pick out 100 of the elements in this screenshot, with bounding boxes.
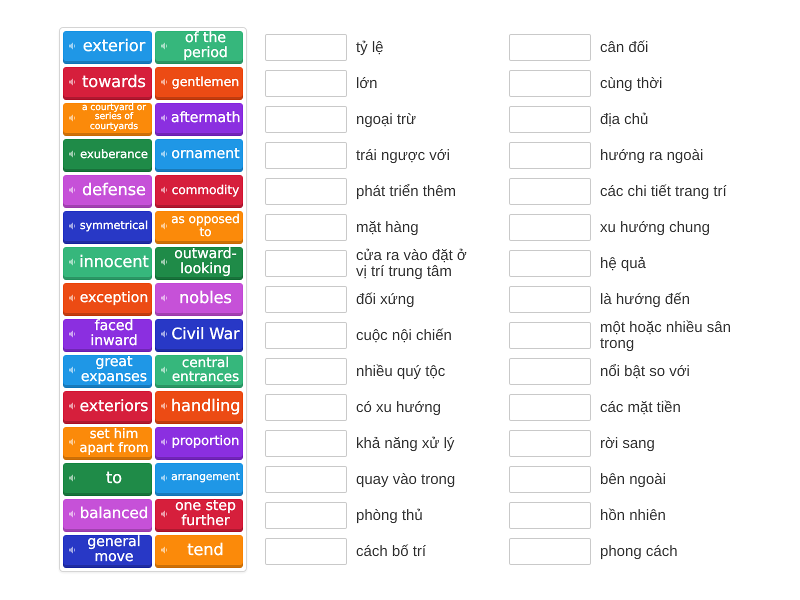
speaker-icon [161, 150, 168, 158]
word-tile[interactable]: of the period [155, 31, 243, 64]
speaker-icon [69, 474, 76, 482]
answer-box[interactable] [265, 178, 347, 205]
definition-text: xu hướng chung [600, 220, 711, 236]
speaker-icon [161, 366, 168, 374]
word-tile[interactable]: to [63, 463, 152, 496]
speaker-icon [69, 546, 76, 554]
word-tile[interactable]: innocent [63, 247, 152, 280]
speaker-icon [69, 402, 76, 410]
speaker-icon [161, 258, 168, 266]
speaker-icon [69, 150, 76, 158]
definition-text: các mặt tiền [600, 400, 682, 416]
word-tile[interactable]: commodity [155, 175, 243, 208]
speaker-icon [161, 438, 168, 446]
definition-text: hướng ra ngoài [600, 148, 704, 164]
word-tile[interactable]: defense [63, 175, 152, 208]
word-tile[interactable]: ornament [155, 139, 243, 172]
speaker-icon [161, 42, 168, 50]
speaker-icon [161, 510, 168, 518]
word-tile[interactable]: Civil War [155, 319, 243, 352]
answer-box[interactable] [509, 466, 591, 493]
word-tile[interactable]: exteriors [63, 391, 152, 424]
definition-text: nổi bật so với [600, 364, 691, 380]
word-tile[interactable]: handling [155, 391, 243, 424]
answer-box[interactable] [265, 430, 347, 457]
word-tile[interactable]: central entrances [155, 355, 243, 388]
word-tile[interactable]: tend [155, 535, 243, 568]
word-tile[interactable]: exterior [63, 31, 152, 64]
answer-box[interactable] [509, 142, 591, 169]
speaker-icon [161, 114, 168, 122]
speaker-icon [69, 186, 76, 194]
answer-box[interactable] [509, 430, 591, 457]
word-tile[interactable]: a courtyard or series of courtyards [63, 103, 152, 136]
word-tile[interactable]: nobles [155, 283, 243, 316]
answer-box[interactable] [265, 322, 347, 349]
speaker-icon [69, 42, 76, 50]
word-tile[interactable]: balanced [63, 499, 152, 532]
answer-box[interactable] [509, 34, 591, 61]
speaker-icon [69, 366, 76, 374]
answer-box[interactable] [509, 286, 591, 313]
answer-box[interactable] [265, 394, 347, 421]
definition-text: đối xứng [356, 292, 416, 308]
answer-box[interactable] [509, 322, 591, 349]
answer-box[interactable] [509, 214, 591, 241]
speaker-icon [69, 78, 76, 86]
speaker-icon [69, 510, 76, 518]
answer-box[interactable] [265, 106, 347, 133]
definition-text: cách bố trí [356, 544, 428, 560]
word-tile[interactable]: faced inward [63, 319, 152, 352]
definition-text: bên ngoài [600, 472, 667, 488]
speaker-icon [161, 78, 168, 86]
definition-text: mặt hàng [356, 220, 420, 236]
definition-text: một hoặc nhiều sân trong [600, 320, 732, 352]
answer-box[interactable] [509, 250, 591, 277]
word-tile[interactable]: gentlemen [155, 67, 243, 100]
word-tile[interactable]: symmetrical [63, 211, 152, 244]
answer-box[interactable] [509, 358, 591, 385]
speaker-icon [69, 294, 76, 302]
answer-box[interactable] [265, 466, 347, 493]
answer-box[interactable] [265, 286, 347, 313]
answer-box[interactable] [265, 358, 347, 385]
definition-text: phát triển thêm [356, 184, 458, 200]
word-tile[interactable]: as opposed to [155, 211, 243, 244]
definition-text: ngoại trừ [356, 112, 418, 128]
answer-box[interactable] [509, 70, 591, 97]
answer-box[interactable] [509, 106, 591, 133]
word-tile[interactable]: one step further [155, 499, 243, 532]
definition-text: phong cách [600, 544, 679, 560]
word-tile[interactable]: exuberance [63, 139, 152, 172]
definition-text: cửa ra vào đặt ở vị trí trung tâm [356, 248, 468, 280]
answer-box[interactable] [509, 538, 591, 565]
word-tile[interactable]: exception [63, 283, 152, 316]
answer-box[interactable] [265, 34, 347, 61]
answer-box[interactable] [509, 502, 591, 529]
answer-box[interactable] [265, 502, 347, 529]
word-tile[interactable]: general move [63, 535, 152, 568]
speaker-icon [161, 294, 168, 302]
definition-text: lớn [356, 76, 379, 92]
answer-box[interactable] [265, 70, 347, 97]
word-tile[interactable]: set him apart from [63, 427, 152, 460]
speaker-icon [69, 330, 76, 338]
answer-box[interactable] [265, 214, 347, 241]
definition-text: là hướng đến [600, 292, 691, 308]
word-tile[interactable]: arrangement [155, 463, 243, 496]
speaker-icon [69, 114, 76, 122]
speaker-icon [161, 402, 168, 410]
speaker-icon [69, 222, 76, 230]
word-tile[interactable]: proportion [155, 427, 243, 460]
definition-text: cân đối [600, 40, 650, 56]
answer-box[interactable] [265, 142, 347, 169]
answer-box[interactable] [509, 394, 591, 421]
word-tile[interactable]: outward-looking [155, 247, 243, 280]
word-tile[interactable]: great expanses [63, 355, 152, 388]
answer-box[interactable] [265, 538, 347, 565]
definition-text: phòng thủ [356, 508, 424, 524]
word-tile[interactable]: aftermath [155, 103, 243, 136]
answer-box[interactable] [509, 178, 591, 205]
word-tile[interactable]: towards [63, 67, 152, 100]
answer-box[interactable] [265, 250, 347, 277]
